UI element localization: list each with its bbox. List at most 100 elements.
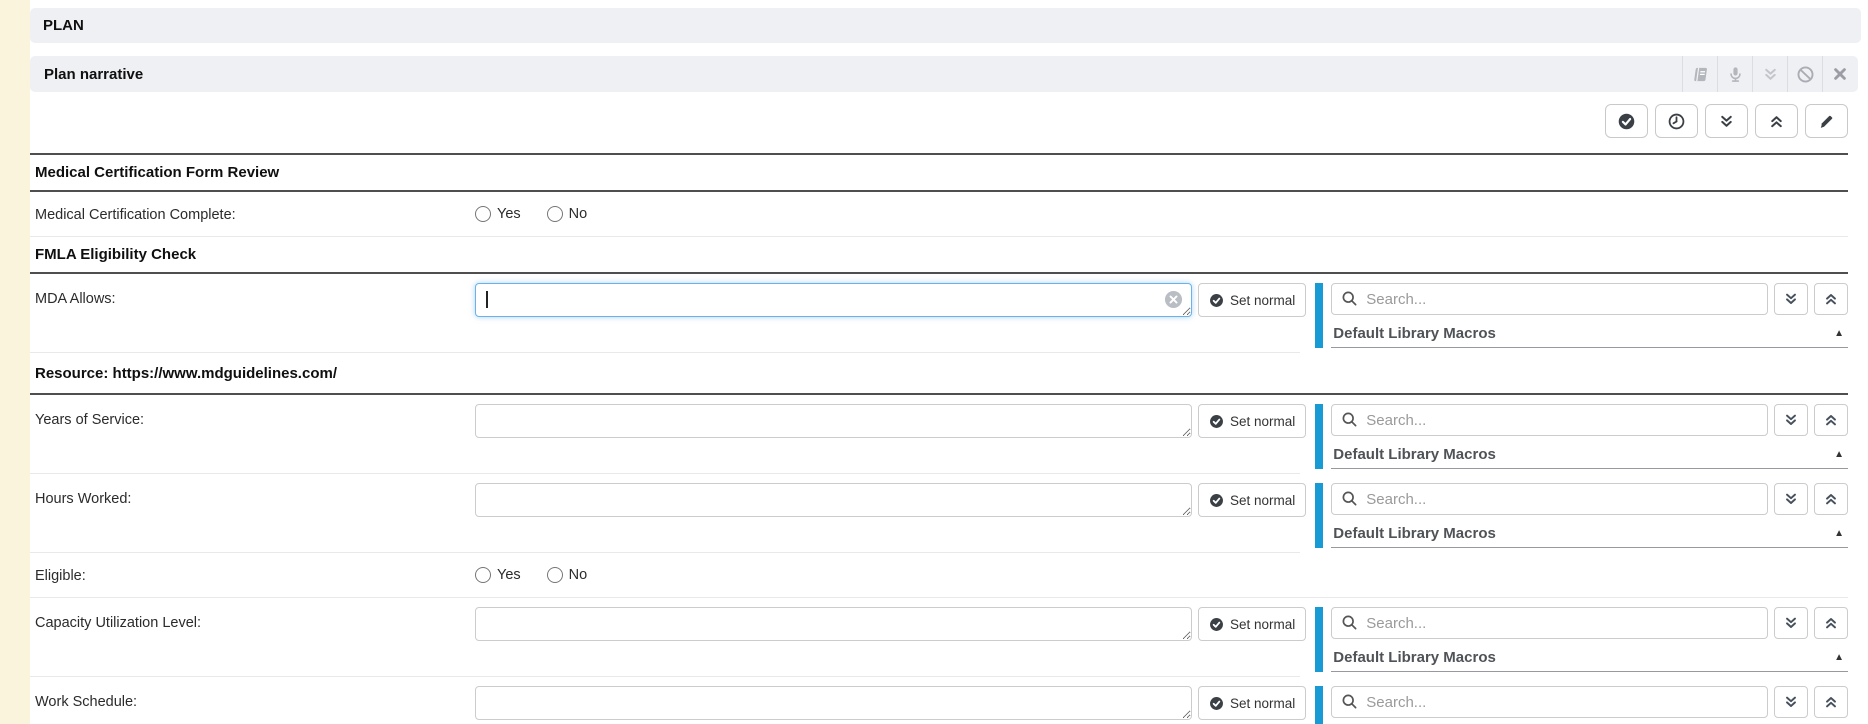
- macro-collapse-button[interactable]: [1814, 404, 1848, 436]
- macro-collapse-button[interactable]: [1814, 686, 1848, 718]
- radio-option-no[interactable]: No: [547, 206, 588, 222]
- field-label: Hours Worked:: [35, 483, 475, 507]
- macro-expand-button[interactable]: [1774, 686, 1808, 718]
- set-normal-button[interactable]: Set normal: [1198, 283, 1306, 317]
- macro-panel: Default Library Macros ▲: [1315, 607, 1848, 672]
- macro-search: [1331, 607, 1768, 639]
- set-normal-label: Set normal: [1230, 617, 1295, 632]
- check-circle-icon: [1209, 293, 1224, 308]
- expand-all-button[interactable]: [1705, 104, 1748, 138]
- set-normal-button[interactable]: Set normal: [1198, 483, 1306, 517]
- row-hours-worked: Hours Worked: Set normal: [30, 474, 1848, 553]
- row-capacity-utilization-level: Capacity Utilization Level: Set normal: [30, 598, 1848, 677]
- collapse-all-button[interactable]: [1755, 104, 1798, 138]
- macro-library-header[interactable]: Default Library Macros ▲: [1331, 639, 1848, 672]
- set-normal-label: Set normal: [1230, 696, 1295, 711]
- check-circle-icon: [1209, 617, 1224, 632]
- book-icon[interactable]: [1682, 56, 1717, 92]
- macro-collapse-button[interactable]: [1814, 283, 1848, 315]
- text-cursor: [486, 291, 488, 308]
- history-clock-button[interactable]: [1655, 104, 1698, 138]
- macro-search: [1331, 404, 1768, 436]
- medcert-no-radio[interactable]: [547, 206, 563, 222]
- microphone-icon[interactable]: [1717, 56, 1752, 92]
- work-schedule-textarea[interactable]: [475, 686, 1192, 720]
- mda-allows-input-wrap: [475, 283, 1192, 322]
- field-label: Eligible:: [35, 567, 475, 584]
- macro-library-title: Default Library Macros: [1333, 446, 1496, 463]
- macro-library-header[interactable]: Default Library Macros ▲: [1331, 315, 1848, 348]
- caret-up-icon[interactable]: ▲: [1834, 528, 1844, 539]
- set-normal-label: Set normal: [1230, 414, 1295, 429]
- row-medical-certification-complete: Medical Certification Complete: Yes No: [30, 192, 1848, 237]
- set-normal-button[interactable]: Set normal: [1198, 404, 1306, 438]
- heading-medical-cert-review: Medical Certification Form Review: [30, 153, 1848, 192]
- macro-search-input[interactable]: [1331, 607, 1768, 639]
- macro-expand-button[interactable]: [1774, 404, 1808, 436]
- plan-form: Medical Certification Form Review Medica…: [30, 153, 1848, 724]
- macro-library-header[interactable]: Default Library Macros ▲: [1331, 436, 1848, 469]
- macro-expand-button[interactable]: [1774, 283, 1808, 315]
- collapse-down-icon[interactable]: [1752, 56, 1787, 92]
- macro-library-header[interactable]: Default Library Macros ▲: [1331, 515, 1848, 548]
- radio-option-yes[interactable]: Yes: [475, 567, 521, 583]
- radio-option-no[interactable]: No: [547, 567, 588, 583]
- edit-pencil-button[interactable]: [1805, 104, 1848, 138]
- mda-allows-textarea[interactable]: [475, 283, 1192, 317]
- panel-body: Medical Certification Form Review Medica…: [30, 104, 1858, 724]
- radio-option-yes[interactable]: Yes: [475, 206, 521, 222]
- row-work-schedule: Work Schedule: Set normal: [30, 677, 1848, 724]
- macro-panel: Default Library Macros ▲: [1315, 283, 1848, 348]
- heading-resource: Resource: https://www.mdguidelines.com/: [30, 353, 1848, 395]
- years-of-service-textarea[interactable]: [475, 404, 1192, 438]
- plan-section-header[interactable]: PLAN: [30, 8, 1861, 43]
- panel-header-icons: [1682, 56, 1857, 92]
- eligible-yes-radio[interactable]: [475, 567, 491, 583]
- row-eligible: Eligible: Yes No: [30, 553, 1848, 598]
- macro-search-input[interactable]: [1331, 283, 1768, 315]
- macro-library-title: Default Library Macros: [1333, 525, 1496, 542]
- clear-input-icon[interactable]: [1164, 290, 1183, 309]
- row-mda-allows: MDA Allows: S: [30, 274, 1848, 353]
- macro-search-input[interactable]: [1331, 483, 1768, 515]
- check-circle-icon: [1209, 414, 1224, 429]
- set-normal-button[interactable]: Set normal: [1198, 607, 1306, 641]
- macro-search-input[interactable]: [1331, 404, 1768, 436]
- macro-expand-button[interactable]: [1774, 483, 1808, 515]
- field-label: Work Schedule:: [35, 686, 475, 710]
- disable-icon[interactable]: [1787, 56, 1822, 92]
- set-normal-label: Set normal: [1230, 493, 1295, 508]
- macro-search: [1331, 283, 1768, 315]
- set-normal-button[interactable]: Set normal: [1198, 686, 1306, 720]
- macro-panel: Default Library Macros ▲: [1315, 483, 1848, 548]
- search-icon: [1341, 693, 1358, 710]
- radio-label: No: [569, 567, 588, 583]
- left-margin-strip: [0, 0, 30, 724]
- medcert-yes-radio[interactable]: [475, 206, 491, 222]
- macro-library-title: Default Library Macros: [1333, 325, 1496, 342]
- caret-up-icon[interactable]: ▲: [1834, 328, 1844, 339]
- complete-check-button[interactable]: [1605, 104, 1648, 138]
- macro-collapse-button[interactable]: [1814, 607, 1848, 639]
- plan-narrative-panel: Plan narrative: [30, 56, 1858, 724]
- caret-up-icon[interactable]: ▲: [1834, 449, 1844, 460]
- macro-library-title: Default Library Macros: [1333, 649, 1496, 666]
- close-icon[interactable]: [1822, 56, 1857, 92]
- hours-worked-textarea[interactable]: [475, 483, 1192, 517]
- radio-label: Yes: [497, 567, 521, 583]
- macro-library-header[interactable]: Default Library Macros ▲: [1331, 718, 1848, 724]
- page: PLAN Plan narrative: [30, 8, 1868, 724]
- search-icon: [1341, 490, 1358, 507]
- eligible-no-radio[interactable]: [547, 567, 563, 583]
- row-years-of-service: Years of Service: Set normal: [30, 395, 1848, 474]
- plan-narrative-header[interactable]: Plan narrative: [30, 56, 1858, 92]
- caret-up-icon[interactable]: ▲: [1834, 652, 1844, 663]
- macro-collapse-button[interactable]: [1814, 483, 1848, 515]
- radio-label: Yes: [497, 206, 521, 222]
- macro-search-input[interactable]: [1331, 686, 1768, 718]
- set-normal-label: Set normal: [1230, 293, 1295, 308]
- field-label: MDA Allows:: [35, 283, 475, 307]
- macro-expand-button[interactable]: [1774, 607, 1808, 639]
- search-icon: [1341, 290, 1358, 307]
- capacity-utilization-textarea[interactable]: [475, 607, 1192, 641]
